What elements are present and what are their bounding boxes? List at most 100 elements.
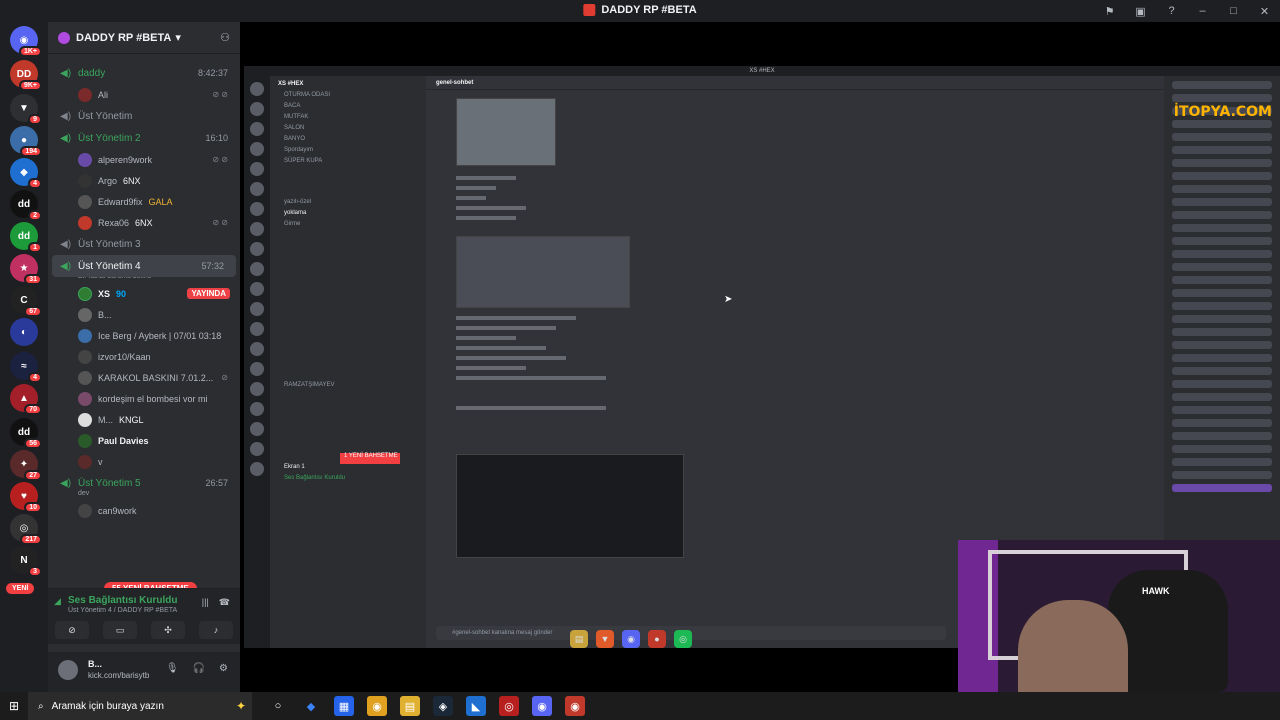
voice-channel-daddy[interactable]: ◀) daddy 8:42:37 (48, 62, 240, 84)
add-user-icon[interactable]: ⚇ (220, 31, 230, 44)
server-icon[interactable]: ◎ 217 (10, 514, 42, 545)
maximize-button[interactable]: □ (1218, 0, 1249, 22)
live-badge[interactable]: YAYINDA (187, 288, 230, 299)
member-name: v (98, 456, 103, 467)
badge: 9 (28, 114, 42, 125)
speaker-icon: ◀) (60, 110, 72, 122)
voice-member[interactable]: Rexa06 6NX ⊘ ⊘ (48, 212, 240, 233)
window-icon[interactable]: ▣ (1125, 0, 1156, 22)
voice-member[interactable]: Ice Berg / Ayberk | 07/01 03:18 (48, 325, 240, 346)
voice-channel-ust-yonetim-3[interactable]: ◀) Üst Yönetim 3 (48, 233, 240, 255)
app-icon[interactable]: ◆ (301, 696, 321, 716)
voice-member[interactable]: Ali ⊘ ⊘ (48, 84, 240, 105)
server-header[interactable]: DADDY RP #BETA ▾ ⚇ (48, 22, 240, 54)
avatar (78, 286, 92, 301)
activities-icon[interactable]: ✣ (151, 621, 185, 639)
voice-member[interactable]: KARAKOL BASKINI 7.01.2... ⊘ (48, 367, 240, 388)
voice-member[interactable]: B... (48, 304, 240, 325)
headphones-icon[interactable]: 🎧 (193, 663, 205, 674)
server-icon[interactable]: ✦ 27 (10, 450, 42, 481)
inbox-icon[interactable]: ⚑ (1094, 0, 1125, 22)
taskbar-search[interactable]: ⌕ Aramak için buraya yazın ✦ (28, 692, 252, 720)
member-name: Ali (98, 89, 109, 100)
voice-member[interactable]: Paul Davies (48, 430, 240, 451)
embed-card (456, 454, 684, 558)
voice-member[interactable]: Argo 6NX (48, 170, 240, 191)
app-icon[interactable]: ◎ (499, 696, 519, 716)
inner-channel: SALON (284, 125, 305, 131)
member-tag: KNGL (119, 414, 144, 425)
inner-channel: yazılı-özel (284, 199, 312, 205)
disconnect-icon[interactable]: ☎ (219, 597, 230, 608)
voice-member[interactable]: alperen9work ⊘ ⊘ (48, 149, 240, 170)
steam-icon[interactable]: ◈ (433, 696, 453, 716)
channel-timer: 26:57 (205, 478, 228, 488)
close-button[interactable]: ✕ (1249, 0, 1280, 22)
voice-channel-ust-yonetim[interactable]: ◀) Üst Yönetim (48, 105, 240, 127)
badge: 4 (28, 372, 42, 383)
chrome-icon[interactable]: ◉ (367, 696, 387, 716)
microphone-icon[interactable]: 🎙 (166, 663, 179, 674)
noise-suppression-icon[interactable]: ||| (202, 597, 209, 608)
member-tag: GALA (148, 196, 173, 207)
gear-icon[interactable]: ⚙ (219, 663, 228, 674)
server-icon[interactable]: ◐ (10, 318, 38, 346)
server-icon[interactable]: C 67 (10, 286, 42, 317)
app-icon[interactable]: ◣ (466, 696, 486, 716)
voice-member[interactable]: can9work (48, 500, 240, 521)
voice-channel-ust-yonetim-5[interactable]: ◀) Üst Yönetim 5 26:57 (48, 472, 240, 494)
server-icon[interactable]: ▼ 9 (10, 94, 42, 125)
avatar[interactable] (58, 660, 78, 680)
server-icon[interactable]: dd 1 (10, 222, 42, 253)
user-status: kick.com/barisytb (88, 671, 150, 680)
inner-new-pill: 1 YENİ BAHSETME (340, 453, 400, 464)
task-view-icon[interactable]: ○ (268, 696, 288, 716)
server-icon[interactable]: ★ 31 (10, 254, 42, 285)
minimize-button[interactable]: – (1187, 0, 1218, 22)
windows-start-icon[interactable]: ⊞ (0, 692, 28, 720)
server-icon[interactable]: ◆ 4 (10, 158, 42, 189)
server-icon[interactable]: ♥ 10 (10, 482, 42, 513)
server-icon[interactable]: dd 2 (10, 190, 42, 221)
voice-channel-ust-yonetim-4[interactable]: ◀) Üst Yönetim 4 57:32 (52, 255, 236, 277)
server-icon[interactable]: N3 (10, 546, 42, 577)
server-icon[interactable]: DD 9K+ (10, 60, 42, 91)
voice-status[interactable]: Ses Bağlantısı Kuruldu (68, 595, 177, 606)
voice-member[interactable]: M... KNGL (48, 409, 240, 430)
calendar-icon[interactable]: ▦ (334, 696, 354, 716)
server-icon[interactable]: ▲ 70 (10, 384, 42, 415)
search-placeholder: Aramak için buraya yazın (51, 700, 164, 712)
speaker-icon: ◀) (60, 477, 72, 489)
server-icon[interactable]: dd 56 (10, 418, 42, 449)
voice-member[interactable]: Edward9fix GALA (48, 191, 240, 212)
server-badge-icon (58, 31, 70, 44)
member-name: kordeşim el bombesi vor mi (98, 393, 208, 404)
badge: 194 (20, 146, 42, 157)
chrome-icon[interactable]: ◉ (565, 696, 585, 716)
muted-icon: ⊘ ⊘ (212, 90, 228, 99)
voice-member[interactable]: XS 90 YAYINDA (48, 283, 240, 304)
server-icon[interactable]: ● 194 (10, 126, 42, 157)
inner-channel: BANYO (284, 136, 306, 142)
camera-off-icon[interactable]: ⊘ (55, 621, 89, 639)
member-name: alperen9work (98, 154, 153, 165)
member-name: Edward9fix (98, 196, 143, 207)
voice-channel-ust-yonetim-2[interactable]: ◀) Üst Yönetim 2 16:10 (48, 127, 240, 149)
discord-icon[interactable]: ◉ (532, 696, 552, 716)
server-icon[interactable]: ≈4 (10, 352, 42, 383)
voice-member[interactable]: v (48, 451, 240, 472)
badge: 9K+ (18, 80, 42, 91)
new-indicator[interactable]: YENİ (6, 583, 35, 594)
voice-member[interactable]: izvor10/Kaan (48, 346, 240, 367)
screen-share-icon[interactable]: ▭ (103, 621, 137, 639)
avatar (78, 328, 92, 343)
voice-member[interactable]: kordeşim el bombesi vor mi (48, 388, 240, 409)
folder-icon[interactable]: ▤ (400, 696, 420, 716)
help-icon[interactable]: ? (1156, 0, 1187, 22)
image-attachment (456, 98, 556, 166)
member-name: izvor10/Kaan (98, 351, 151, 362)
voice-location[interactable]: Üst Yönetim 4 / DADDY RP #BETA (68, 607, 177, 614)
inner-channel: BACA (284, 103, 301, 109)
home-icon[interactable]: ◉ 1K+ (10, 26, 42, 57)
soundboard-icon[interactable]: ♪ (199, 621, 233, 639)
